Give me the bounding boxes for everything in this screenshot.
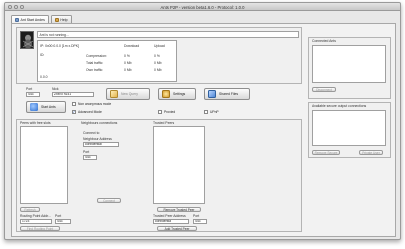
ant-icon xyxy=(15,17,19,22)
own-traffic-label: Own traffic: xyxy=(86,68,104,72)
remove-trusted-peer-button[interactable]: Remove Trusted Peer xyxy=(157,207,201,212)
new-query-label: New Query xyxy=(121,92,138,96)
add-trusted-peer-button[interactable]: Add Trusted Peer xyxy=(157,226,197,231)
upnp-label: UPnP xyxy=(210,110,219,114)
advanced-mode-checkbox[interactable]: ✓ Advanced Mode xyxy=(72,110,102,114)
disconnect-button[interactable]: Disconnect xyxy=(312,87,336,92)
new-query-button[interactable]: New Query xyxy=(106,88,150,100)
total-traffic-upload: 0 Mb xyxy=(154,61,162,65)
advanced-mode-label: Advanced Mode xyxy=(78,110,102,114)
shared-files-button[interactable]: Shared Files xyxy=(204,88,250,100)
tab-help[interactable]: Help xyxy=(50,15,72,23)
trusted-address-field[interactable]: confidentia xyxy=(153,219,189,224)
title-bar: Ants P2P - version beta1.6.0 - Protocol:… xyxy=(5,3,400,11)
trusted-port-field[interactable]: 443 xyxy=(193,219,207,224)
total-traffic-label: Total traffic: xyxy=(86,61,104,65)
trusted-address-label: Trusted Peer Address xyxy=(153,214,186,218)
window-title: Ants P2P - version beta1.6.0 - Protocol:… xyxy=(160,4,245,10)
upnp-checkbox[interactable]: UPnP xyxy=(204,110,219,114)
connected-ants-list[interactable] xyxy=(312,45,386,83)
tab-label: Ant Start Andes xyxy=(20,17,45,22)
start-icon xyxy=(30,103,38,111)
neighbour-port-label: Port xyxy=(83,150,90,154)
connect-to-label: Connect to xyxy=(83,131,100,135)
download-header: Download xyxy=(124,44,140,48)
own-traffic-upload: 0 Mb xyxy=(154,68,162,72)
connections-panel: Peers with free slots Refresh Routing Po… xyxy=(16,119,302,232)
secure-output-panel: Available secure output connections Remo… xyxy=(308,102,391,158)
checkbox-box xyxy=(72,102,76,106)
remove-secure-button[interactable]: Remove Secure xyxy=(312,150,340,155)
peers-free-slots-list[interactable] xyxy=(20,126,68,204)
shared-files-icon xyxy=(208,90,216,98)
secure-output-title: Available secure output connections xyxy=(312,104,367,108)
status-panel: Ant is not running... IP: 0x00:0.0.0 [1m… xyxy=(16,27,302,84)
neighbour-address-label: Neighbour Address xyxy=(83,137,112,141)
tab-bar: Ant Start Andes Help xyxy=(11,15,72,23)
connected-ants-title: Connected Ants xyxy=(312,39,336,43)
routing-point-label: Routing Point Addr... xyxy=(20,214,51,218)
ant-logo-image xyxy=(20,31,34,49)
tab-ant-start[interactable]: Ant Start Andes xyxy=(11,15,49,23)
routing-point-field[interactable]: 1723 xyxy=(20,219,52,224)
nick-label: Nick xyxy=(52,87,59,91)
connected-ants-panel: Connected Ants Disconnect xyxy=(308,37,391,99)
private-user-button[interactable]: Private User xyxy=(359,150,383,155)
neighbours-title: Neighbours connections xyxy=(81,121,118,125)
secure-output-list[interactable] xyxy=(312,110,386,146)
ip-address: IP: 0x00:0.0.0 [1m x.DPK] xyxy=(40,44,80,48)
settings-icon xyxy=(162,90,170,98)
help-icon xyxy=(54,17,59,22)
neighbour-address-field[interactable]: confidential xyxy=(83,142,119,147)
compression-label: Compression: xyxy=(86,54,107,58)
proxied-checkbox[interactable]: Proxied xyxy=(158,110,175,114)
start-ants-button[interactable]: Start Ants xyxy=(26,101,66,113)
neighbour-port-field[interactable]: 443 xyxy=(83,155,97,160)
checkbox-box: ✓ xyxy=(72,109,76,114)
app-window: Ants P2P - version beta1.6.0 - Protocol:… xyxy=(4,2,401,240)
port-field[interactable]: 443 xyxy=(26,92,40,97)
nick-field[interactable]: ZxxNTh141 xyxy=(52,92,94,97)
checkbox-box xyxy=(204,110,208,114)
routing-port-label: Port xyxy=(55,214,62,218)
total-traffic-download: 0 Mb xyxy=(124,61,132,65)
refresh-button[interactable]: Refresh xyxy=(20,207,40,212)
connect-button[interactable]: Connect xyxy=(97,198,121,203)
main-content: Ant is not running... IP: 0x00:0.0.0 [1m… xyxy=(11,23,396,237)
id-label: ID: xyxy=(40,53,45,57)
upload-header: Upload xyxy=(154,44,165,48)
trusted-port-label: Port xyxy=(193,214,200,218)
status-message-box: Ant is not running... xyxy=(37,31,299,38)
query-icon xyxy=(110,90,118,98)
traffic-info-box: IP: 0x00:0.0.0 [1m x.DPK] ID: 0.0.0 Down… xyxy=(37,40,177,82)
status-message: Ant is not running... xyxy=(39,32,69,37)
non-anonymous-checkbox[interactable]: Non anonymous mode xyxy=(72,102,111,106)
find-routing-point-button[interactable]: Find Routing Point xyxy=(20,226,60,231)
non-anonymous-label: Non anonymous mode xyxy=(78,102,112,106)
settings-label: Settings xyxy=(173,92,186,96)
own-traffic-download: 0 Mb xyxy=(124,68,132,72)
settings-button[interactable]: Settings xyxy=(158,88,196,100)
hash-value: 0.0.0 xyxy=(40,75,48,79)
trusted-peers-title: Trusted Peers xyxy=(153,121,175,125)
checkbox-box xyxy=(158,110,162,114)
trusted-peers-list[interactable] xyxy=(153,126,205,204)
proxied-label: Proxied xyxy=(164,110,176,114)
port-label: Port xyxy=(26,87,33,91)
shared-files-label: Shared Files xyxy=(219,92,239,96)
routing-port-field[interactable]: 443 xyxy=(55,219,71,224)
peers-free-slots-title: Peers with free slots xyxy=(20,121,51,125)
compression-download: 0 % xyxy=(124,54,130,58)
start-ants-label: Start Ants xyxy=(41,105,56,109)
tab-label: Help xyxy=(60,17,68,22)
compression-upload: 0 % xyxy=(154,54,160,58)
